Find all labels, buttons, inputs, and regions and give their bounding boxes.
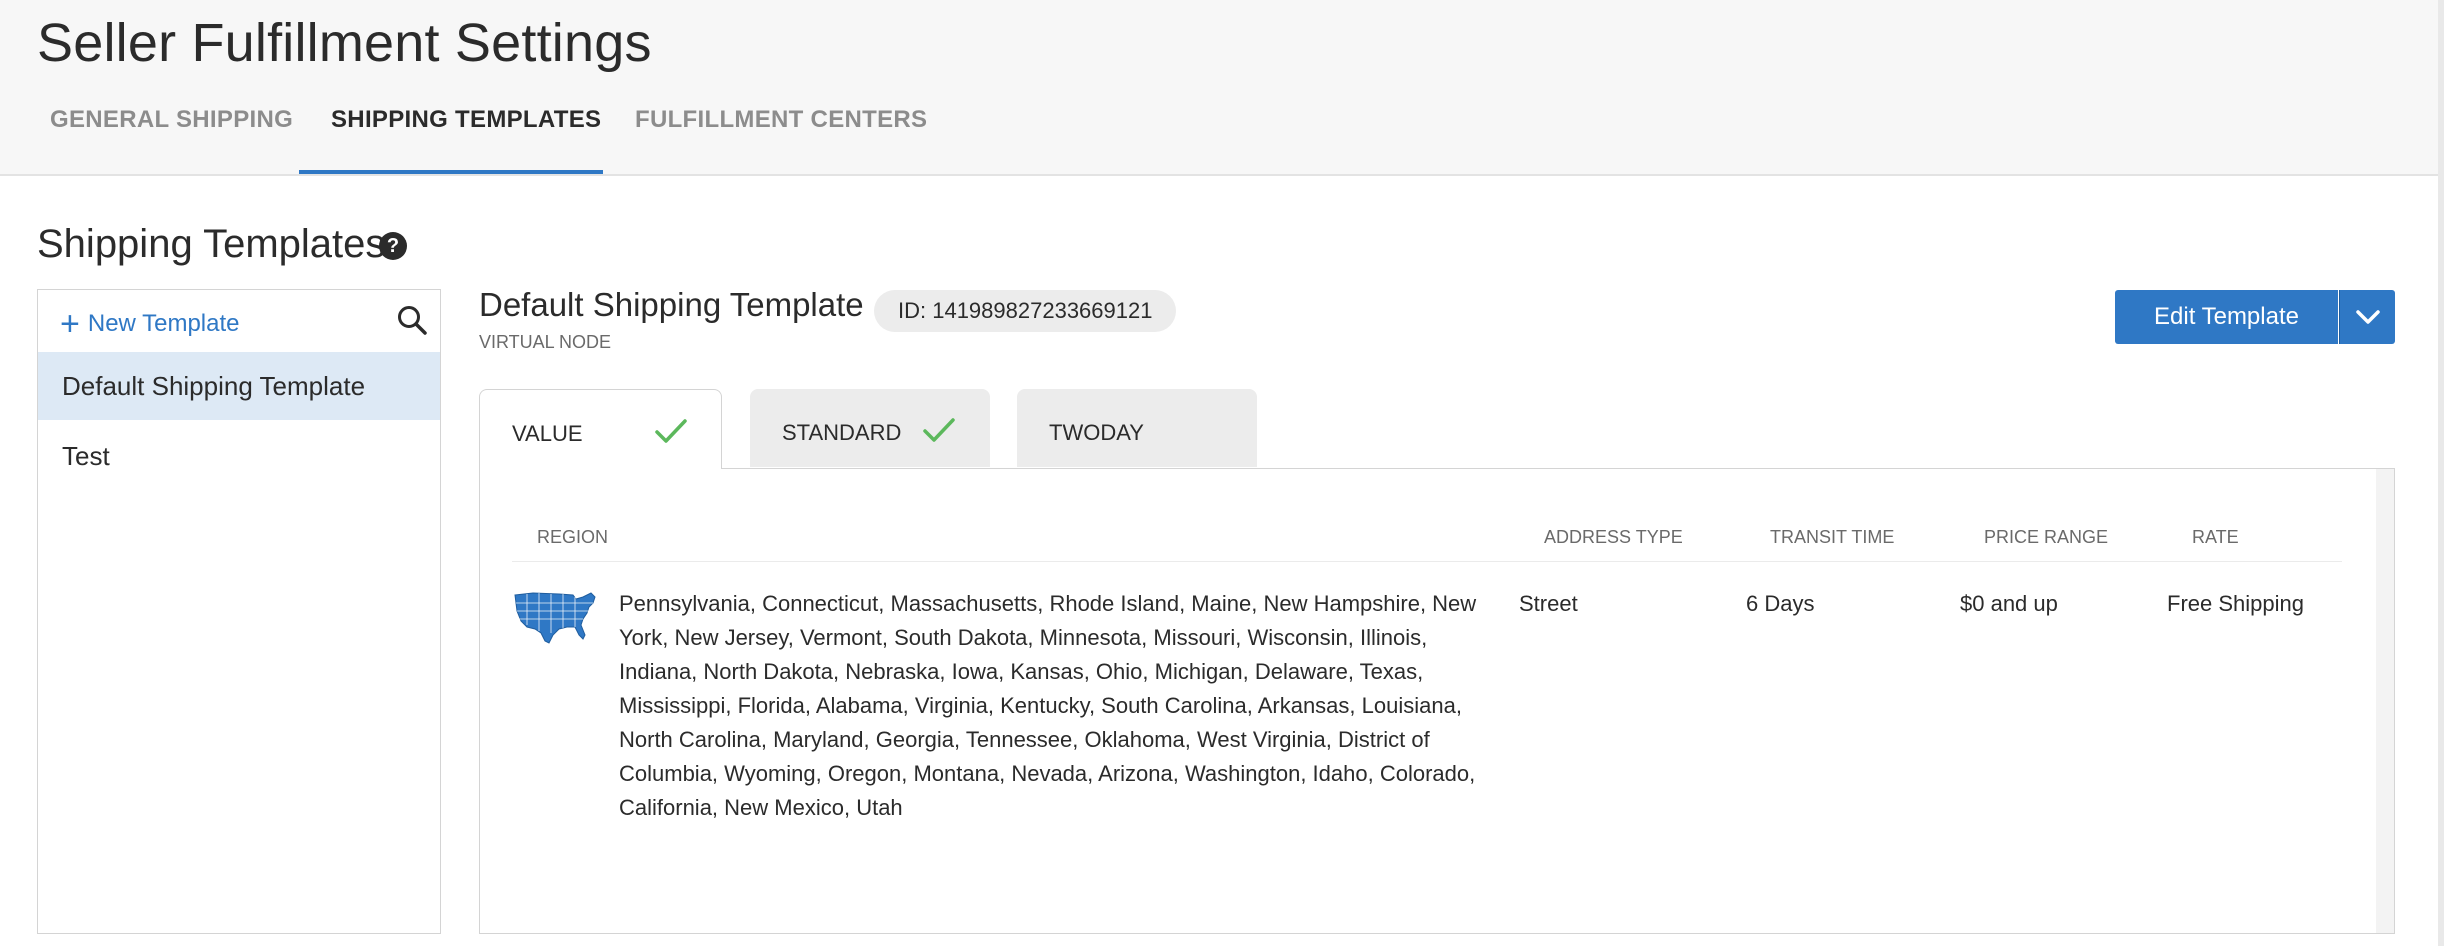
tab-standard[interactable]: STANDARD — [750, 389, 990, 467]
tab-general-shipping[interactable]: GENERAL SHIPPING — [50, 106, 293, 134]
template-subtitle: VIRTUAL NODE — [479, 332, 612, 352]
template-title: Default Shipping Template — [479, 286, 864, 323]
page-title: Seller Fulfillment Settings — [37, 13, 652, 73]
tab-twoday[interactable]: TWODAY — [1017, 389, 1257, 467]
column-header-rate: RATE — [2192, 527, 2239, 547]
template-list-item[interactable]: Default Shipping Template — [38, 352, 440, 420]
page-scrollbar[interactable] — [2438, 0, 2444, 946]
tab-label: STANDARD — [782, 420, 902, 445]
panel-scrollbar[interactable] — [2376, 469, 2394, 933]
active-tab-indicator — [299, 170, 603, 174]
new-template-label: New Template — [87, 310, 240, 337]
address-type-value: Street — [1519, 591, 1578, 616]
template-list-panel: + New Template Default Shipping Template… — [37, 289, 441, 934]
tab-label: VALUE — [512, 421, 583, 446]
column-header-transit-time: TRANSIT TIME — [1770, 527, 1895, 547]
rate-value: Free Shipping — [2167, 591, 2304, 616]
plus-icon: + — [60, 305, 80, 343]
section-title: Shipping Templates — [37, 222, 386, 266]
rates-panel: REGION ADDRESS TYPE TRANSIT TIME PRICE R… — [479, 468, 2395, 934]
tab-shipping-templates[interactable]: SHIPPING TEMPLATES — [331, 106, 601, 134]
edit-template-button[interactable]: Edit Template — [2115, 290, 2338, 344]
tab-fulfillment-centers[interactable]: FULFILLMENT CENTERS — [635, 106, 927, 134]
us-map-icon — [514, 592, 596, 644]
header-divider — [512, 561, 2342, 562]
chevron-down-icon — [2356, 310, 2380, 324]
help-icon[interactable]: ? — [379, 232, 407, 260]
column-header-price-range: PRICE RANGE — [1984, 527, 2109, 547]
search-icon[interactable] — [396, 304, 428, 336]
region-states: Pennsylvania, Connecticut, Massachusetts… — [619, 591, 1477, 820]
price-range-value: $0 and up — [1960, 591, 2058, 616]
new-template-button[interactable]: + New Template — [60, 304, 240, 344]
tab-label: TWODAY — [1049, 420, 1144, 445]
column-header-address-type: ADDRESS TYPE — [1544, 527, 1683, 547]
transit-time-value: 6 Days — [1746, 591, 1815, 616]
tab-value[interactable]: VALUE — [479, 389, 722, 469]
check-icon — [923, 418, 955, 442]
edit-template-dropdown[interactable] — [2339, 290, 2395, 344]
template-list-item[interactable]: Test — [38, 422, 440, 490]
page-header: Seller Fulfillment Settings GENERAL SHIP… — [0, 0, 2444, 176]
settings-tabs: GENERAL SHIPPING SHIPPING TEMPLATES FULF… — [0, 90, 1000, 174]
template-id-badge: ID: 141989827233669121 — [874, 290, 1177, 332]
column-header-region: REGION — [537, 527, 609, 547]
check-icon — [655, 419, 687, 443]
